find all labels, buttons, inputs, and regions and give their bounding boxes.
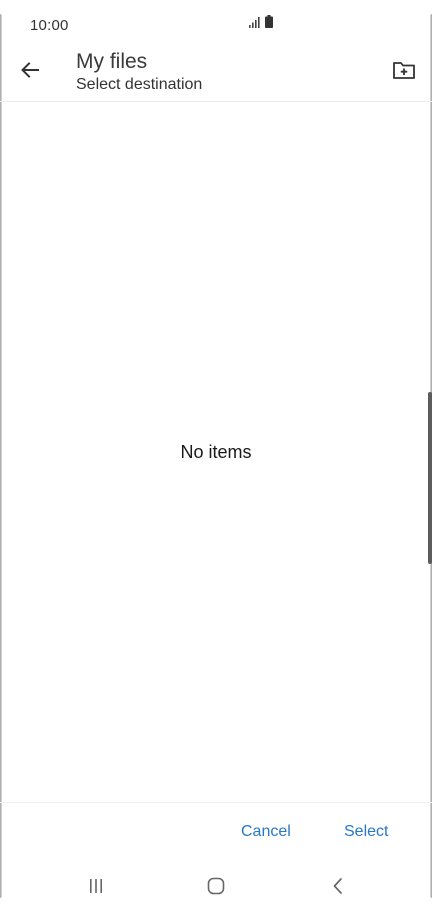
recents-icon — [87, 878, 105, 899]
create-folder-button[interactable] — [386, 54, 422, 90]
arrow-back-icon — [20, 60, 40, 85]
back-button[interactable] — [12, 54, 48, 90]
create-folder-icon — [393, 61, 415, 84]
status-time: 10:00 — [30, 17, 69, 34]
scrollbar[interactable] — [428, 392, 432, 564]
nav-back-button[interactable] — [318, 876, 358, 900]
file-list-area: No items — [0, 102, 432, 802]
app-bar: My files Select destination — [0, 40, 432, 102]
nav-back-icon — [331, 877, 345, 900]
empty-state-message: No items — [180, 442, 252, 462]
recents-button[interactable] — [76, 876, 116, 900]
bottom-actions: Cancel Select — [0, 802, 432, 862]
select-button[interactable]: Select — [344, 823, 388, 841]
navigation-bar — [0, 862, 432, 912]
home-icon — [207, 877, 225, 900]
page-subtitle: Select destination — [76, 76, 203, 93]
cancel-button[interactable]: Cancel — [241, 823, 291, 841]
battery-icon — [265, 15, 273, 33]
screen: 10:00 My files Select destination No ite… — [0, 0, 432, 912]
signal-icon — [249, 15, 261, 33]
status-icons — [249, 15, 273, 33]
page-title: My files — [76, 50, 148, 73]
home-button[interactable] — [196, 876, 236, 900]
